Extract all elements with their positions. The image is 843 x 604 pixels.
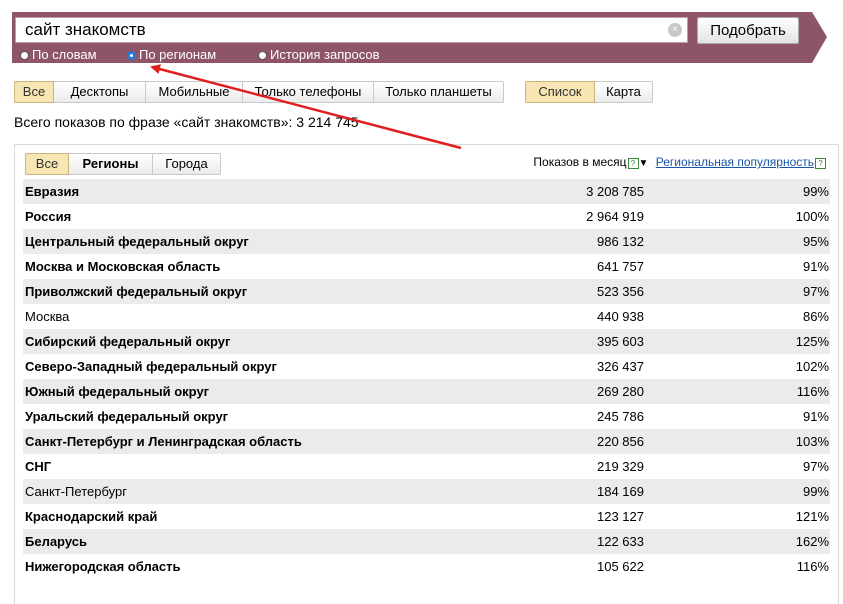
region-name: Южный федеральный округ [25, 384, 210, 399]
regional-popularity: 103% [795, 434, 829, 449]
search-box[interactable]: × [15, 17, 688, 43]
table-row: Москва и Московская область 641 757 91% [23, 254, 830, 279]
column-headers: Показов в месяц? ▼ Региональная популярно… [533, 155, 826, 169]
regional-popularity: 97% [802, 284, 829, 299]
regional-popularity: 91% [802, 409, 829, 424]
region-name: Приволжский федеральный округ [25, 284, 248, 299]
regional-popularity: 99% [802, 184, 829, 199]
region-name: Санкт-Петербург и Ленинградская область [25, 434, 302, 449]
region-name: Москва и Московская область [25, 259, 221, 274]
shows-count: 220 856 [597, 434, 644, 449]
radio-checked-icon[interactable] [127, 51, 136, 60]
results-panel: Все Регионы Города Показов в месяц? ▼ Рег… [14, 144, 839, 604]
device-tab-mobile[interactable]: Мобильные [146, 81, 243, 103]
shows-count: 2 964 919 [586, 209, 644, 224]
popularity-column-header[interactable]: Региональная популярность [656, 155, 814, 169]
table-row: Москва 440 938 86% [23, 304, 830, 329]
regional-popularity: 121% [795, 509, 829, 524]
regional-popularity: 116% [796, 384, 829, 399]
device-tab-all[interactable]: Все [14, 81, 54, 103]
shows-count: 184 169 [597, 484, 644, 499]
region-name: Центральный федеральный округ [25, 234, 249, 249]
device-tab-phones[interactable]: Только телефоны [243, 81, 374, 103]
table-row: СНГ 219 329 97% [23, 454, 830, 479]
table-row: Россия 2 964 919 100% [23, 204, 830, 229]
regional-popularity: 99% [802, 484, 829, 499]
shows-count: 123 127 [597, 509, 644, 524]
shows-count: 105 622 [597, 559, 644, 574]
region-name: Санкт-Петербург [25, 484, 127, 499]
shows-count: 986 132 [597, 234, 644, 249]
shows-count: 440 938 [597, 309, 644, 324]
regional-popularity: 116% [796, 559, 829, 574]
table-row: Центральный федеральный округ 986 132 95% [23, 229, 830, 254]
shows-count: 3 208 785 [586, 184, 644, 199]
region-tab-all[interactable]: Все [25, 153, 69, 175]
regional-popularity: 100% [795, 209, 829, 224]
mode-history[interactable]: История запросов [258, 47, 380, 62]
regional-popularity: 97% [802, 459, 829, 474]
region-type-tabs: Все Регионы Города [25, 153, 221, 175]
shows-count: 269 280 [597, 384, 644, 399]
submit-button[interactable]: Подобрать [697, 17, 799, 44]
regional-popularity: 102% [795, 359, 829, 374]
mode-label: По регионам [139, 47, 217, 62]
region-tab-cities[interactable]: Города [153, 153, 221, 175]
shows-count: 641 757 [597, 259, 644, 274]
total-shows-summary: Всего показов по фразе «сайт знакомств»:… [14, 114, 359, 130]
shows-count: 245 786 [597, 409, 644, 424]
shows-count: 326 437 [597, 359, 644, 374]
regional-popularity: 86% [802, 309, 829, 324]
region-name: Евразия [25, 184, 80, 199]
regional-popularity: 125% [795, 334, 829, 349]
region-name: Сибирский федеральный округ [25, 334, 231, 349]
view-tab-list[interactable]: Список [525, 81, 595, 103]
table-row: Нижегородская область 105 622 116% [23, 554, 830, 579]
region-name: Северо-Западный федеральный округ [25, 359, 277, 374]
regions-table: Евразия 3 208 785 99% Россия 2 964 919 100% Це… [23, 179, 830, 579]
region-name: Россия [25, 209, 72, 224]
device-tab-desktop[interactable]: Десктопы [54, 81, 146, 103]
regional-popularity: 91% [802, 259, 829, 274]
table-row: Краснодарский край 123 127 121% [23, 504, 830, 529]
device-tab-tablets[interactable]: Только планшеты [374, 81, 504, 103]
region-name: Краснодарский край [25, 509, 158, 524]
region-name: СНГ [25, 459, 52, 474]
mode-by-regions[interactable]: По регионам [127, 47, 216, 62]
table-row: Беларусь 122 633 162% [23, 529, 830, 554]
mode-label: По словам [32, 47, 97, 62]
table-row: Уральский федеральный округ 245 786 91% [23, 404, 830, 429]
mode-by-words[interactable]: По словам [20, 47, 97, 62]
shows-column-header[interactable]: Показов в месяц [533, 155, 626, 169]
shows-count: 122 633 [597, 534, 644, 549]
table-row: Евразия 3 208 785 99% [23, 179, 830, 204]
view-tabs: Список Карта [525, 81, 653, 103]
help-icon[interactable]: ? [627, 158, 639, 169]
device-tabs: Все Десктопы Мобильные Только телефоны Т… [14, 81, 504, 103]
regional-popularity: 95% [802, 234, 829, 249]
regional-popularity: 162% [795, 534, 829, 549]
search-input[interactable] [25, 18, 665, 42]
table-row: Сибирский федеральный округ 395 603 125% [23, 329, 830, 354]
table-row: Южный федеральный округ 269 280 116% [23, 379, 830, 404]
table-row: Санкт-Петербург 184 169 99% [23, 479, 830, 504]
radio-icon[interactable] [258, 51, 267, 60]
sort-desc-icon[interactable]: ▼ [639, 158, 649, 169]
table-row: Санкт-Петербург и Ленинградская область 2… [23, 429, 830, 454]
clear-icon[interactable]: × [668, 23, 682, 37]
region-tab-regions[interactable]: Регионы [69, 153, 153, 175]
view-tab-map[interactable]: Карта [595, 81, 653, 103]
help-icon[interactable]: ? [815, 158, 826, 169]
table-row: Приволжский федеральный округ 523 356 97% [23, 279, 830, 304]
region-name: Нижегородская область [25, 559, 181, 574]
region-name: Уральский федеральный округ [25, 409, 229, 424]
region-name: Беларусь [25, 534, 87, 549]
shows-count: 395 603 [597, 334, 644, 349]
table-row: Северо-Западный федеральный округ 326 437… [23, 354, 830, 379]
shows-count: 219 329 [597, 459, 644, 474]
region-name: Москва [25, 309, 70, 324]
mode-label: История запросов [270, 47, 380, 62]
shows-count: 523 356 [597, 284, 644, 299]
radio-icon[interactable] [20, 51, 29, 60]
